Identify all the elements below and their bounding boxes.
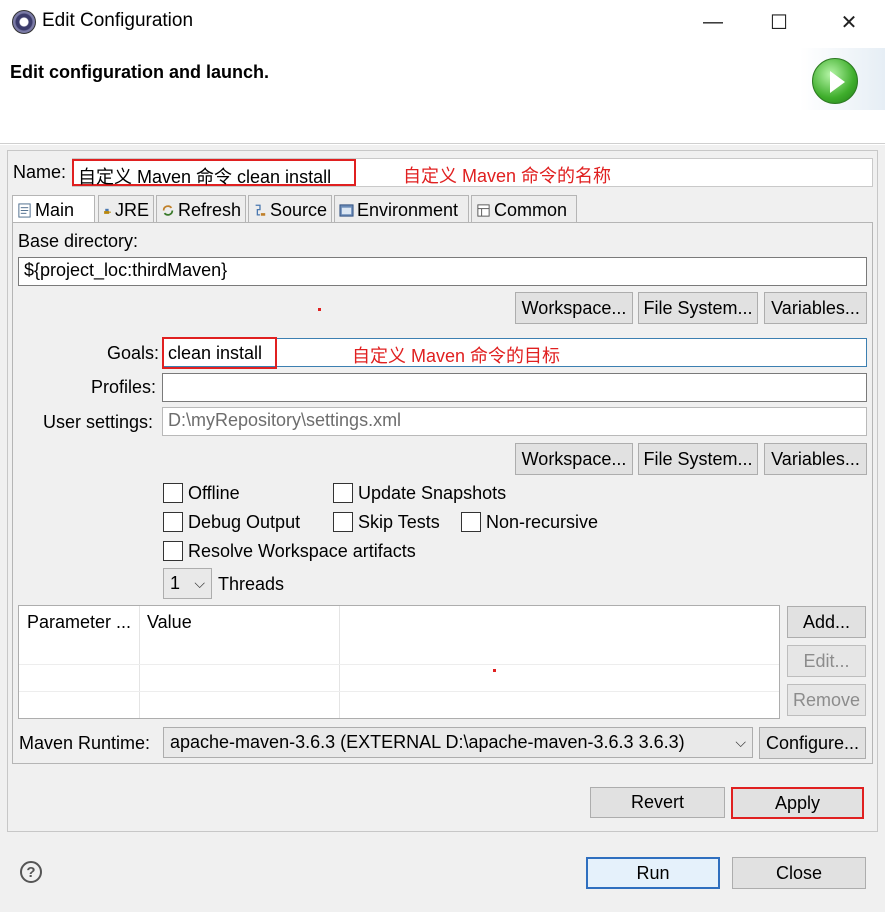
refresh-icon [162, 204, 174, 216]
chevron-down-icon: ⌵ [735, 734, 746, 750]
table-row-divider [19, 664, 779, 665]
param-value-column-header[interactable]: Value [139, 606, 339, 638]
goals-annotation: 自定义 Maven 命令的目标 [352, 346, 561, 366]
maven-runtime-value: apache-maven-3.6.3 (EXTERNAL D:\apache-m… [170, 732, 685, 752]
configure-runtime-button[interactable]: Configure... [759, 727, 866, 759]
goals-label: Goals: [107, 343, 160, 363]
remove-parameter-button[interactable]: Remove [787, 684, 866, 716]
tab-jre-label: JRE [114, 199, 149, 220]
param-name-column-header[interactable]: Parameter ... [19, 606, 139, 638]
settings-workspace-button[interactable]: Workspace... [515, 443, 633, 475]
tab-refresh[interactable]: Refresh [156, 195, 246, 222]
update-snapshots-label: Update Snapshots [358, 483, 507, 503]
resolve-workspace-label: Resolve Workspace artifacts [188, 541, 416, 561]
tab-source[interactable]: Source [248, 195, 332, 222]
settings-variables-button[interactable]: Variables... [764, 443, 867, 475]
tab-environment[interactable]: Environment [334, 195, 469, 222]
minimize-button[interactable]: — [690, 6, 736, 38]
add-parameter-button[interactable]: Add... [787, 606, 866, 638]
common-icon [477, 203, 490, 217]
debug-output-label: Debug Output [188, 512, 301, 532]
user-settings-label: User settings: [43, 412, 154, 432]
maven-runtime-label: Maven Runtime: [19, 733, 151, 753]
base-workspace-button[interactable]: Workspace... [515, 292, 633, 324]
offline-checkbox[interactable] [163, 483, 183, 503]
debug-output-checkbox[interactable] [163, 512, 183, 532]
tab-main-label: Main [35, 200, 75, 220]
threads-select[interactable]: 1 ⌵ [163, 568, 212, 599]
red-dot-marker [318, 308, 321, 311]
base-variables-button[interactable]: Variables... [764, 292, 867, 324]
profiles-label: Profiles: [91, 377, 157, 397]
window-title: Edit Configuration [42, 10, 194, 31]
tab-refresh-label: Refresh [177, 199, 241, 220]
run-play-icon [812, 58, 858, 104]
settings-file-system-button[interactable]: File System... [638, 443, 758, 475]
eclipse-app-icon [12, 10, 36, 34]
help-icon[interactable]: ? [20, 861, 42, 883]
profiles-field[interactable] [162, 373, 867, 402]
name-label: Name: [13, 162, 67, 182]
non-recursive-label: Non-recursive [486, 512, 599, 532]
tab-common[interactable]: Common [471, 195, 577, 222]
tab-jre[interactable]: JRE [98, 195, 154, 222]
jre-icon [104, 208, 111, 214]
dialog-header [0, 44, 885, 144]
name-value: 自定义 Maven 命令 clean install [78, 167, 332, 187]
main-tab-icon [18, 203, 31, 218]
red-dot-marker [493, 669, 496, 672]
apply-button[interactable]: Apply [731, 787, 864, 819]
revert-button[interactable]: Revert [590, 787, 725, 818]
user-settings-field[interactable]: D:\myRepository\settings.xml [162, 407, 867, 436]
skip-tests-label: Skip Tests [358, 512, 440, 532]
maven-runtime-select[interactable]: apache-maven-3.6.3 (EXTERNAL D:\apache-m… [163, 727, 753, 758]
column-divider [139, 606, 140, 718]
base-directory-field[interactable]: ${project_loc:thirdMaven} [18, 257, 867, 286]
source-icon [255, 204, 266, 216]
tab-source-label: Source [269, 199, 327, 220]
run-button[interactable]: Run [586, 857, 720, 889]
table-row-divider [19, 691, 779, 692]
column-divider [339, 606, 340, 718]
threads-label: Threads [218, 574, 285, 594]
base-directory-label: Base directory: [18, 231, 139, 251]
header-title: Edit configuration and launch. [10, 62, 269, 82]
maximize-button[interactable]: ☐ [756, 6, 802, 38]
offline-label: Offline [188, 483, 240, 503]
threads-value: 1 [170, 573, 181, 593]
close-button[interactable]: Close [732, 857, 866, 889]
name-annotation: 自定义 Maven 命令的名称 [403, 166, 612, 186]
edit-parameter-button[interactable]: Edit... [787, 645, 866, 677]
non-recursive-checkbox[interactable] [461, 512, 481, 532]
skip-tests-checkbox[interactable] [333, 512, 353, 532]
tab-environment-label: Environment [357, 199, 459, 220]
base-file-system-button[interactable]: File System... [638, 292, 758, 324]
environment-icon [339, 203, 354, 217]
resolve-workspace-checkbox[interactable] [163, 541, 183, 561]
tab-common-label: Common [494, 199, 568, 220]
close-window-button[interactable]: ✕ [826, 6, 872, 38]
update-snapshots-checkbox[interactable] [333, 483, 353, 503]
chevron-down-icon: ⌵ [194, 575, 205, 591]
tab-main[interactable]: Main [12, 195, 95, 223]
goals-value: clean install [168, 343, 263, 363]
